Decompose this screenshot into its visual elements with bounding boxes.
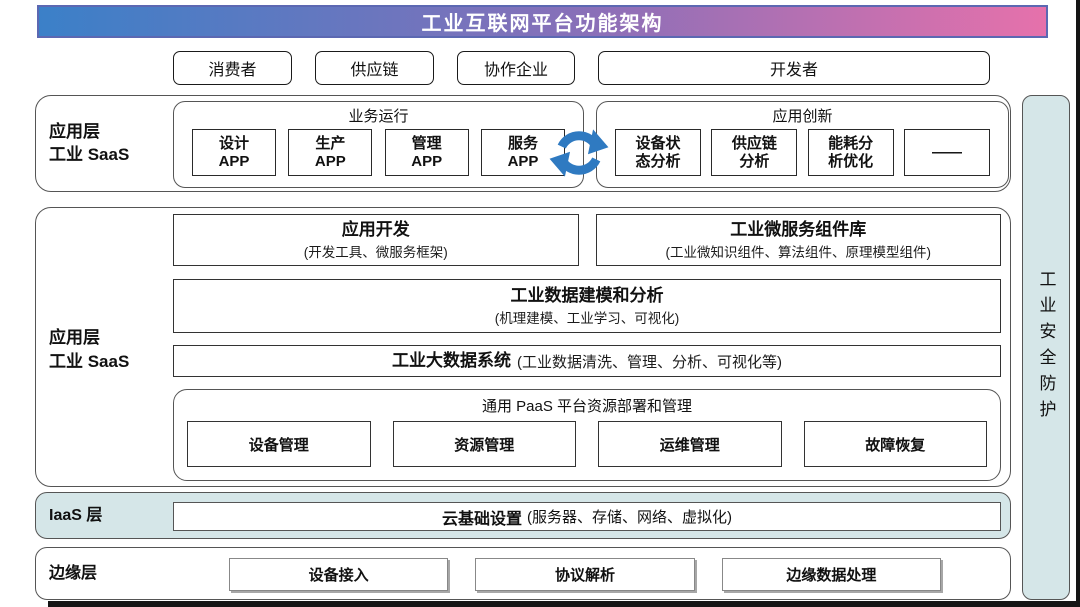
saas-layer-label: 应用层 工业 SaaS bbox=[49, 120, 129, 168]
device-access-box: 设备接入 bbox=[229, 558, 448, 591]
innovation-apps-row: 设备状 态分析 供应链 分析 能耗分 析优化 —— bbox=[597, 129, 1008, 176]
cloud-infrastructure-box: 云基础设置 (服务器、存储、网络、虚拟化) bbox=[173, 502, 1001, 531]
edge-data-processing-box: 边缘数据处理 bbox=[722, 558, 941, 591]
big-data-system-title: 工业大数据系统 bbox=[392, 350, 511, 371]
saas-layer-section: 应用层 工业 SaaS 业务运行 设计 APP 生产 APP 管理 APP 服务… bbox=[35, 95, 1011, 192]
paas-resource-mgmt-title: 通用 PaaS 平台资源部署和管理 bbox=[174, 395, 1000, 416]
cloud-infrastructure-title: 云基础设置 bbox=[442, 505, 522, 529]
edge-layer-section: 边缘层 设备接入 协议解析 边缘数据处理 bbox=[35, 547, 1011, 600]
microservice-library-subtitle: (工业微知识组件、算法组件、原理模型组件) bbox=[666, 241, 932, 261]
resource-management-box: 资源管理 bbox=[393, 421, 577, 467]
business-operation-title: 业务运行 bbox=[174, 105, 583, 126]
data-modeling-title: 工业数据建模和分析 bbox=[511, 285, 664, 306]
actor-supply-chain: 供应链 bbox=[315, 51, 434, 85]
actor-consumers: 消费者 bbox=[173, 51, 292, 85]
edge-layer-label: 边缘层 bbox=[49, 562, 97, 584]
app-box-device-status-analysis: 设备状 态分析 bbox=[615, 129, 701, 176]
microservice-library-box: 工业微服务组件库 (工业微知识组件、算法组件、原理模型组件) bbox=[596, 214, 1002, 266]
big-data-system-subtitle: (工业数据清洗、管理、分析、可视化等) bbox=[517, 351, 782, 372]
app-box-supply-chain-analysis: 供应链 分析 bbox=[711, 129, 797, 176]
app-development-box: 应用开发 (开发工具、微服务框架) bbox=[173, 214, 579, 266]
microservice-library-title: 工业微服务组件库 bbox=[730, 219, 866, 240]
actor-row: 消费者 供应链 协作企业 开发者 bbox=[173, 51, 990, 85]
bottom-edge-bar bbox=[48, 601, 1080, 607]
cloud-infrastructure-subtitle: (服务器、存储、网络、虚拟化) bbox=[527, 506, 732, 527]
data-modeling-subtitle: (机理建模、工业学习、可视化) bbox=[495, 307, 680, 327]
paas-resource-mgmt-items: 设备管理 资源管理 运维管理 故障恢复 bbox=[174, 421, 1000, 467]
app-box-energy-optimization: 能耗分 析优化 bbox=[808, 129, 894, 176]
industrial-security-label: 工业安全防护 bbox=[1034, 270, 1059, 426]
big-data-system-box: 工业大数据系统 (工业数据清洗、管理、分析、可视化等) bbox=[173, 345, 1001, 377]
app-innovation-title: 应用创新 bbox=[597, 105, 1008, 126]
platform-layer-content: 应用开发 (开发工具、微服务框架) 工业微服务组件库 (工业微知识组件、算法组件… bbox=[173, 214, 1001, 481]
iaas-layer-section: IaaS 层 云基础设置 (服务器、存储、网络、虚拟化) bbox=[35, 492, 1011, 539]
dev-and-lib-row: 应用开发 (开发工具、微服务框架) 工业微服务组件库 (工业微知识组件、算法组件… bbox=[173, 214, 1001, 266]
business-apps-row: 设计 APP 生产 APP 管理 APP 服务 APP bbox=[174, 129, 583, 176]
app-box-placeholder-dash: —— bbox=[904, 129, 990, 176]
app-development-title: 应用开发 bbox=[342, 219, 410, 240]
edge-items-row: 设备接入 协议解析 边缘数据处理 bbox=[229, 558, 941, 591]
device-management-box: 设备管理 bbox=[187, 421, 371, 467]
fault-recovery-box: 故障恢复 bbox=[804, 421, 988, 467]
app-development-subtitle: (开发工具、微服务框架) bbox=[304, 241, 448, 261]
right-edge-line bbox=[1076, 0, 1080, 607]
paas-resource-mgmt-group: 通用 PaaS 平台资源部署和管理 设备管理 资源管理 运维管理 故障恢复 bbox=[173, 389, 1001, 481]
data-modeling-box: 工业数据建模和分析 (机理建模、工业学习、可视化) bbox=[173, 279, 1001, 333]
platform-layer-label: 应用层 工业 SaaS bbox=[49, 326, 129, 374]
app-box-production: 生产 APP bbox=[288, 129, 372, 176]
actor-developers: 开发者 bbox=[598, 51, 990, 85]
page-title: 工业互联网平台功能架构 bbox=[37, 5, 1048, 38]
iaas-layer-label: IaaS 层 bbox=[49, 504, 102, 526]
app-box-management: 管理 APP bbox=[385, 129, 469, 176]
sync-icon bbox=[547, 121, 611, 185]
app-innovation-group: 应用创新 设备状 态分析 供应链 分析 能耗分 析优化 —— bbox=[596, 101, 1009, 188]
app-box-design: 设计 APP bbox=[192, 129, 276, 176]
ops-management-box: 运维管理 bbox=[598, 421, 782, 467]
platform-layer-section: 应用层 工业 SaaS 应用开发 (开发工具、微服务框架) 工业微服务组件库 (… bbox=[35, 207, 1011, 487]
industrial-security-bar: 工业安全防护 bbox=[1022, 95, 1070, 600]
business-operation-group: 业务运行 设计 APP 生产 APP 管理 APP 服务 APP bbox=[173, 101, 584, 188]
actor-partner-enterprises: 协作企业 bbox=[457, 51, 575, 85]
protocol-parsing-box: 协议解析 bbox=[475, 558, 694, 591]
architecture-diagram: 工业互联网平台功能架构 消费者 供应链 协作企业 开发者 应用层 工业 SaaS… bbox=[0, 0, 1080, 607]
